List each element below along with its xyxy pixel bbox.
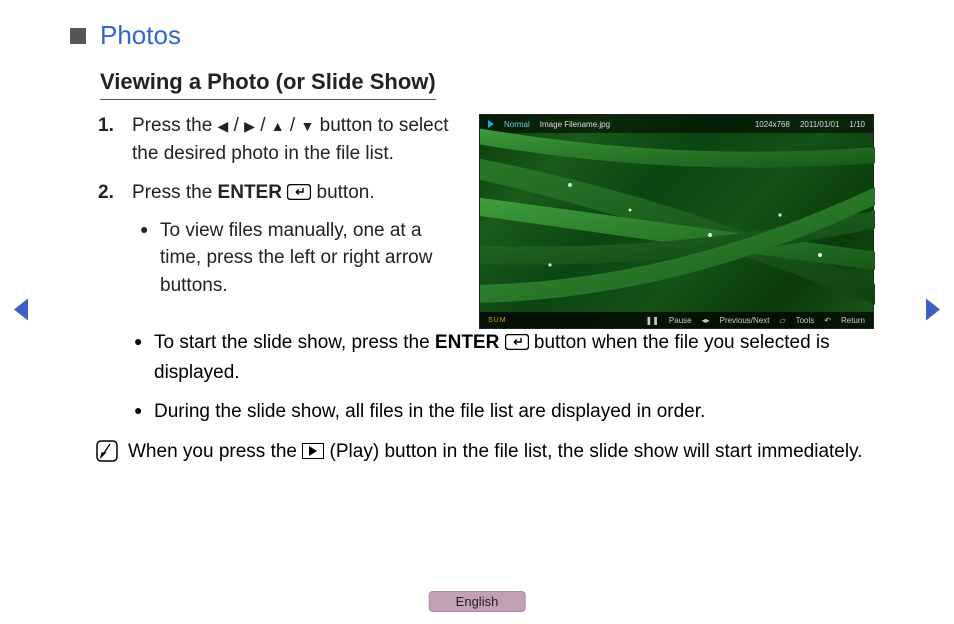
- preview-return: Return: [841, 316, 865, 325]
- title-row: Photos: [70, 20, 874, 51]
- nav-prev-button[interactable]: [10, 297, 30, 328]
- section-subtitle: Viewing a Photo (or Slide Show): [100, 69, 436, 100]
- tools-icon: ▱: [779, 316, 785, 325]
- note-text: When you press the (Play) button in the …: [128, 438, 862, 466]
- preview-prevnext: Previous/Next: [720, 316, 770, 325]
- preview-sum: SUM: [488, 317, 507, 324]
- preview-tools: Tools: [796, 316, 815, 325]
- sub-bullet-1: To view files manually, one at a time, p…: [140, 217, 461, 300]
- photo-preview: Normal Image Filename.jpg 1024x768 2011/…: [479, 114, 874, 329]
- preview-bottom-bar: SUM ❚❚ Pause ◂▸ Previous/Next ▱ Tools ↶ Retu…: [480, 312, 873, 328]
- bullet2-a: To start the slide show, press the: [154, 332, 435, 353]
- note-b: (Play) button in the file list, the slid…: [324, 441, 862, 462]
- step-2-text-a: Press the: [132, 182, 218, 203]
- left-arrow-icon: ◀: [218, 118, 229, 134]
- step-1: Press the ◀ / ▶ / ▲ / ▼ button to select…: [98, 112, 461, 167]
- right-arrow-icon: ▶: [244, 118, 255, 134]
- nav-next-button[interactable]: [924, 297, 944, 328]
- step-1-text-a: Press the: [132, 115, 218, 136]
- play-icon: [302, 443, 324, 459]
- language-pill[interactable]: English: [429, 591, 526, 612]
- return-icon: ↶: [824, 316, 831, 325]
- sub-bullet-3: During the slide show, all files in the …: [134, 398, 874, 426]
- up-arrow-icon: ▲: [271, 118, 285, 134]
- section-bullet-icon: [70, 28, 86, 44]
- note-a: When you press the: [128, 441, 302, 462]
- page-title: Photos: [100, 20, 181, 51]
- step-2: Press the ENTER button. To view files ma…: [98, 179, 461, 299]
- enter-icon-2: [505, 331, 529, 359]
- down-arrow-icon: ▼: [301, 118, 315, 134]
- enter-label: ENTER: [218, 182, 282, 203]
- sub-bullet-2: To start the slide show, press the ENTER…: [134, 329, 874, 386]
- preview-image: [480, 115, 875, 330]
- prevnext-icon: ◂▸: [702, 316, 710, 325]
- pause-icon: ❚❚: [646, 316, 659, 325]
- note-row: When you press the (Play) button in the …: [96, 438, 874, 471]
- preview-pause: Pause: [669, 316, 692, 325]
- enter-label-2: ENTER: [435, 332, 499, 353]
- enter-icon: [287, 181, 311, 209]
- note-icon: [96, 440, 118, 471]
- step-2-text-b: button.: [311, 182, 374, 203]
